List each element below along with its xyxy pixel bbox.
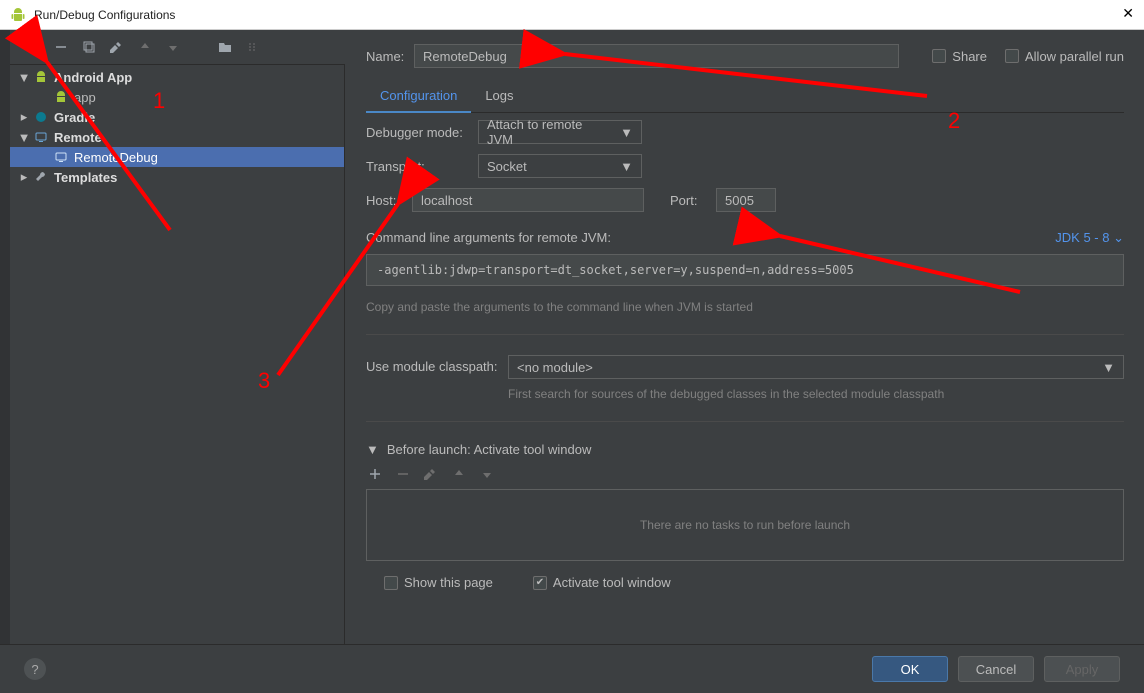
module-hint: First search for sources of the debugged… — [508, 387, 1124, 401]
copy-button[interactable] — [80, 38, 98, 56]
folder-button[interactable] — [216, 38, 234, 56]
tree-label: Gradle — [50, 110, 95, 125]
apply-button[interactable]: Apply — [1044, 656, 1120, 682]
tab-configuration[interactable]: Configuration — [366, 82, 471, 113]
before-launch-label: Before launch: Activate tool window — [387, 442, 592, 457]
name-label: Name: — [366, 49, 414, 64]
up-button[interactable] — [136, 38, 154, 56]
tree-label: RemoteDebug — [70, 150, 158, 165]
tree-gradle[interactable]: ▸ Gradle — [10, 107, 344, 127]
help-button[interactable]: ? — [24, 658, 46, 680]
tree-templates[interactable]: ▸ Templates — [10, 167, 344, 187]
config-tree: ▼ Android App app ▸ Gradle ▼ Remote Remo… — [10, 64, 345, 644]
collapse-arrow-icon: ▸ — [16, 109, 32, 125]
tree-remote[interactable]: ▼ Remote — [10, 127, 344, 147]
transport-select[interactable]: Socket▼ — [478, 154, 642, 178]
before-launch-header[interactable]: ▼ Before launch: Activate tool window — [366, 442, 1124, 457]
cancel-button[interactable]: Cancel — [958, 656, 1034, 682]
tree-label: Android App — [50, 70, 132, 85]
task-edit-button[interactable] — [422, 465, 440, 483]
module-select[interactable]: <no module>▼ — [508, 355, 1124, 379]
dialog-footer: ? OK Cancel Apply — [0, 644, 1144, 693]
show-page-label: Show this page — [404, 575, 493, 590]
module-label: Use module classpath: — [366, 355, 508, 374]
expand-arrow-icon: ▼ — [16, 70, 32, 85]
tree-remote-debug[interactable]: RemoteDebug — [10, 147, 344, 167]
app-icon — [10, 7, 26, 23]
host-label: Host: — [366, 193, 412, 208]
chevron-down-icon: ▼ — [1102, 360, 1115, 375]
share-checkbox[interactable]: Share — [932, 49, 987, 64]
chevron-down-icon: ⌄ — [1113, 230, 1124, 245]
close-icon[interactable]: ✕ — [1122, 5, 1134, 22]
expand-arrow-icon: ▼ — [16, 130, 32, 145]
android-icon — [52, 90, 70, 104]
wrench-icon — [32, 170, 50, 184]
activate-tool-checkbox[interactable]: Activate tool window — [533, 575, 671, 590]
port-label: Port: — [670, 193, 716, 208]
host-input[interactable] — [412, 188, 644, 212]
debugger-mode-select[interactable]: Attach to remote JVM▼ — [478, 120, 642, 144]
tree-label: Templates — [50, 170, 117, 185]
parallel-label: Allow parallel run — [1025, 49, 1124, 64]
cmdline-label: Command line arguments for remote JVM: — [366, 230, 611, 246]
cmdline-box[interactable]: -agentlib:jdwp=transport=dt_socket,serve… — [366, 254, 1124, 286]
window-title: Run/Debug Configurations — [34, 8, 175, 22]
chevron-down-icon: ▼ — [620, 125, 633, 140]
edit-button[interactable] — [108, 38, 126, 56]
before-launch-list: There are no tasks to run before launch — [366, 489, 1124, 561]
ok-button[interactable]: OK — [872, 656, 948, 682]
share-label: Share — [952, 49, 987, 64]
port-input[interactable] — [716, 188, 776, 212]
expand-arrow-icon: ▼ — [366, 442, 379, 457]
gradle-icon — [32, 110, 50, 124]
remove-button[interactable] — [52, 38, 70, 56]
remote-icon — [32, 130, 50, 144]
transport-label: Transport: — [366, 159, 478, 174]
activate-tool-label: Activate tool window — [553, 575, 671, 590]
down-button[interactable] — [164, 38, 182, 56]
cmdline-hint: Copy and paste the arguments to the comm… — [366, 300, 1124, 314]
remote-icon — [52, 150, 70, 164]
collapse-arrow-icon: ▸ — [16, 169, 32, 185]
show-page-checkbox[interactable]: Show this page — [384, 575, 493, 590]
task-add-button[interactable] — [366, 465, 384, 483]
parallel-checkbox[interactable]: Allow parallel run — [1005, 49, 1124, 64]
chevron-down-icon: ▼ — [620, 159, 633, 174]
tree-app[interactable]: app — [10, 87, 344, 107]
tab-logs[interactable]: Logs — [471, 82, 527, 112]
gutter — [0, 30, 10, 644]
android-icon — [32, 70, 50, 84]
tabs: Configuration Logs — [366, 82, 1124, 113]
task-up-button[interactable] — [450, 465, 468, 483]
tree-android-app[interactable]: ▼ Android App — [10, 67, 344, 87]
tree-label: app — [70, 90, 96, 105]
name-input[interactable] — [414, 44, 899, 68]
add-button[interactable] — [24, 38, 42, 56]
debugger-mode-label: Debugger mode: — [366, 125, 478, 140]
tree-label: Remote — [50, 130, 102, 145]
jdk-dropdown[interactable]: JDK 5 - 8 ⌄ — [1055, 230, 1124, 246]
task-down-button[interactable] — [478, 465, 496, 483]
collapse-button[interactable] — [244, 38, 262, 56]
title-bar: Run/Debug Configurations ✕ — [0, 0, 1144, 30]
task-remove-button[interactable] — [394, 465, 412, 483]
